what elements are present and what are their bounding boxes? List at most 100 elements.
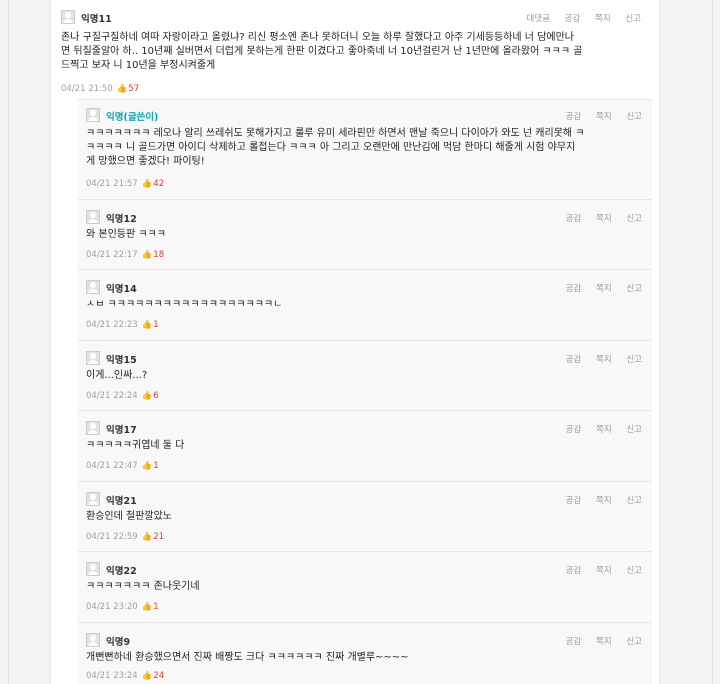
- comment-header: 익명14 공감 쪽지 신고: [78, 278, 652, 296]
- like-count: 6: [153, 391, 159, 401]
- report-button[interactable]: 신고: [626, 112, 642, 122]
- message-button[interactable]: 쪽지: [595, 14, 611, 24]
- screenshot-frame: 익명11 대댓글 공감 쪽지 신고 존나 구질구질하네 여따 자랑이라고 올렸냐…: [0, 0, 720, 684]
- author-name: 익명22: [106, 566, 137, 577]
- like-count: 1: [153, 602, 159, 612]
- report-button[interactable]: 신고: [626, 214, 642, 224]
- timestamp: 04/21 22:17: [86, 250, 138, 260]
- reply: 익명12 공감 쪽지 신고 와 본인등판 ㅋㅋㅋ 04/21 22:17 👍18: [78, 199, 652, 269]
- report-button[interactable]: 신고: [626, 637, 642, 647]
- avatar: [86, 280, 100, 294]
- message-button[interactable]: 쪽지: [596, 284, 612, 294]
- comment-line: ㅋㅋㅋㅋㅋ귀엽네 둘 다: [86, 440, 185, 451]
- message-button[interactable]: 쪽지: [596, 214, 612, 224]
- author-name: 익명12: [106, 214, 137, 225]
- like-count: 57: [128, 84, 140, 94]
- author-name: 익명11: [81, 14, 112, 25]
- report-button[interactable]: 신고: [626, 566, 642, 576]
- like-count: 1: [153, 461, 159, 471]
- like-button[interactable]: 공감: [566, 355, 582, 365]
- thumbs-up-icon: 👍: [141, 461, 153, 471]
- report-button[interactable]: 신고: [626, 425, 642, 435]
- reply: 익명14 공감 쪽지 신고 ㅅㅂ ㅋㅋㅋㅋㅋㅋㅋㅋㅋㅋㅋㅋㅋㅋㅋㅋㅋㅋㄴ 04/…: [78, 269, 652, 340]
- comment-text: 존나 구질구질하네 여따 자랑이라고 올렸냐? 리신 평소엔 존나 못하더니 오…: [61, 31, 582, 73]
- report-button[interactable]: 신고: [625, 14, 641, 24]
- reply: 익명17 공감 쪽지 신고 ㅋㅋㅋㅋㅋ귀엽네 둘 다 04/21 22:47 👍1: [78, 410, 652, 481]
- comment-line: ㅅㅂ ㅋㅋㅋㅋㅋㅋㅋㅋㅋㅋㅋㅋㅋㅋㅋㅋㅋㅋㄴ: [86, 299, 283, 310]
- report-button[interactable]: 신고: [626, 284, 642, 294]
- comment-actions: 공감 쪽지 신고: [554, 212, 642, 224]
- reply: 익명21 공감 쪽지 신고 환승인데 철판깔았노 04/21 22:59 👍21: [78, 481, 652, 551]
- message-button[interactable]: 쪽지: [596, 425, 612, 435]
- comment-header: 익명11 대댓글 공감 쪽지 신고: [51, 8, 659, 26]
- comment-line: 환승인데 철판깔았노: [86, 511, 172, 522]
- reply: 익명15 공감 쪽지 신고 이게...인싸...? 04/21 22:24 👍6: [78, 340, 652, 410]
- avatar: [86, 421, 100, 435]
- avatar: [86, 351, 100, 365]
- reply-button[interactable]: 대댓글: [527, 14, 550, 24]
- comment-actions: 공감 쪽지 신고: [554, 635, 642, 647]
- comment-text: ㅅㅂ ㅋㅋㅋㅋㅋㅋㅋㅋㅋㅋㅋㅋㅋㅋㅋㅋㅋㅋㄴ: [86, 298, 282, 312]
- right-divider: [712, 0, 713, 684]
- like-count: 1: [153, 320, 159, 330]
- like-button[interactable]: 공감: [566, 214, 582, 224]
- like-button[interactable]: 공감: [566, 425, 582, 435]
- thumbs-up-icon: 👍: [141, 250, 153, 260]
- comment-line: 드찍고 보자 니 10년을 부정시켜줄게: [61, 60, 216, 71]
- like-button[interactable]: 공감: [566, 566, 582, 576]
- comment-actions: 공감 쪽지 신고: [554, 494, 642, 506]
- left-divider: [8, 0, 9, 684]
- comment-header: 익명9 공감 쪽지 신고: [78, 631, 652, 649]
- message-button[interactable]: 쪽지: [596, 355, 612, 365]
- author-name: 익명17: [106, 425, 137, 436]
- report-button[interactable]: 신고: [626, 355, 642, 365]
- avatar: [61, 10, 75, 24]
- author-name: 익명15: [106, 355, 137, 366]
- like-button[interactable]: 공감: [566, 112, 582, 122]
- comment-line: 존나 구질구질하네 여따 자랑이라고 올렸냐? 리신 평소엔 존나 못하더니 오…: [61, 32, 574, 43]
- avatar: [86, 492, 100, 506]
- timestamp: 04/21 22:47: [86, 461, 138, 471]
- report-button[interactable]: 신고: [626, 496, 642, 506]
- avatar: [86, 633, 100, 647]
- reply: 익명9 공감 쪽지 신고 개뻔뻔하네 환승했으면서 진짜 배짱도 크다 ㅋㅋㅋㅋ…: [78, 622, 652, 684]
- like-count: 42: [153, 179, 165, 189]
- like-button[interactable]: 공감: [566, 637, 582, 647]
- like-button[interactable]: 공감: [565, 14, 581, 24]
- like-button[interactable]: 공감: [566, 496, 582, 506]
- comment-meta: 04/21 21:57 👍42: [86, 179, 164, 189]
- reply: 익명(글쓴이) 공감 쪽지 신고 ㅋㅋㅋㅋㅋㅋㅋ 레오나 알리 쓰레쉬도 못해가…: [78, 99, 652, 199]
- comment-text: 와 본인등판 ㅋㅋㅋ: [86, 228, 166, 242]
- timestamp: 04/21 22:23: [86, 320, 138, 330]
- thumbs-up-icon: 👍: [141, 320, 153, 330]
- comment-text: ㅋㅋㅋㅋㅋㅋㅋ 존나웃기네: [86, 580, 200, 594]
- comment-line: 면 뒤질줄알아 하.. 10년째 실버면서 더럽게 못하는게 한판 이겼다고 좋…: [61, 46, 583, 57]
- message-button[interactable]: 쪽지: [596, 637, 612, 647]
- author-name: 익명14: [106, 284, 137, 295]
- comment-meta: 04/21 22:24 👍6: [86, 391, 159, 401]
- message-button[interactable]: 쪽지: [596, 496, 612, 506]
- thumbs-up-icon: 👍: [141, 671, 153, 681]
- reply: 익명22 공감 쪽지 신고 ㅋㅋㅋㅋㅋㅋㅋ 존나웃기네 04/21 23:20 👍…: [78, 551, 652, 622]
- comment-text: 환승인데 철판깔았노: [86, 510, 172, 524]
- comment-header: 익명17 공감 쪽지 신고: [78, 419, 652, 437]
- like-button[interactable]: 공감: [566, 284, 582, 294]
- thumbs-up-icon: 👍: [141, 179, 153, 189]
- thumbs-up-icon: 👍: [141, 532, 153, 542]
- message-button[interactable]: 쪽지: [596, 566, 612, 576]
- comment-line: 개뻔뻔하네 환승했으면서 진짜 배짱도 크다 ㅋㅋㅋㅋㅋㅋ 진짜 개별루~~~~: [86, 652, 409, 663]
- comment-actions: 공감 쪽지 신고: [554, 282, 642, 294]
- comment-line: ㅋㅋㅋㅋㅋㅋㅋ 레오나 알리 쓰레쉬도 못해가지고 룰루 유미 세라핀만 하면서…: [86, 128, 585, 139]
- comment-text: 이게...인싸...?: [86, 369, 147, 383]
- avatar: [86, 210, 100, 224]
- timestamp: 04/21 21:57: [86, 179, 138, 189]
- comment-line: ㅋㅋㅋㅋ 니 골드가면 아이디 삭제하고 롤접는다 ㅋㅋㅋ 아 그리고 오랜만에…: [86, 142, 576, 153]
- comment-meta: 04/21 22:59 👍21: [86, 532, 164, 542]
- comment-meta: 04/21 21:50 👍57: [61, 84, 139, 94]
- comment-actions: 공감 쪽지 신고: [554, 353, 642, 365]
- like-count: 18: [153, 250, 165, 260]
- like-count: 24: [153, 671, 165, 681]
- comment-header: 익명12 공감 쪽지 신고: [78, 208, 652, 226]
- message-button[interactable]: 쪽지: [596, 112, 612, 122]
- comment-meta: 04/21 22:47 👍1: [86, 461, 159, 471]
